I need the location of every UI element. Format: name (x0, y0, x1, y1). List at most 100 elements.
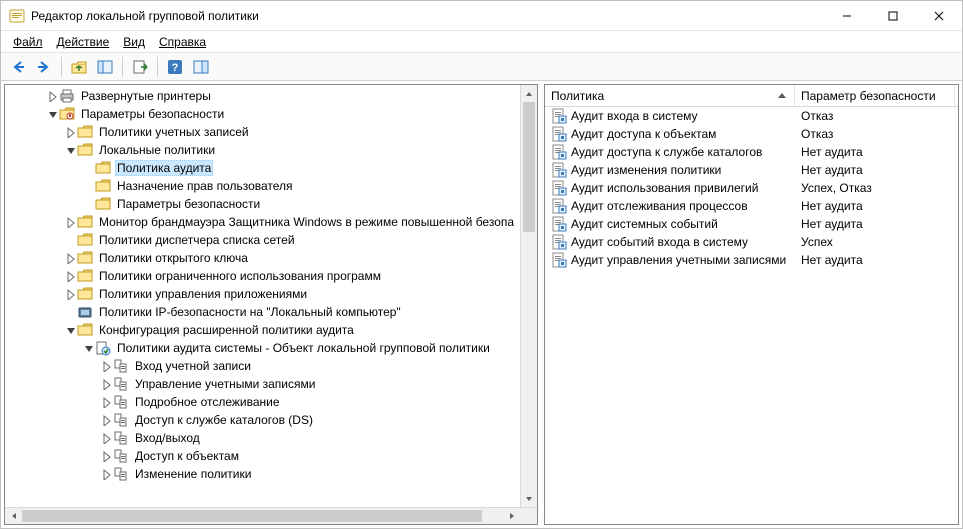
policy-name: Аудит доступа к объектам (571, 127, 716, 141)
row-audit-ds-access[interactable]: Аудит доступа к службе каталогов Нет ауди… (545, 143, 958, 161)
sub-icon (113, 430, 129, 446)
expand-icon[interactable] (99, 377, 113, 391)
maximize-button[interactable] (870, 1, 916, 30)
tree-item-ds-access[interactable]: Доступ к службе каталогов (DS) (7, 411, 537, 429)
tree-item-detailed[interactable]: Подробное отслеживание (7, 393, 537, 411)
scroll-down-icon[interactable] (521, 490, 537, 507)
tree-item-label: Политика аудита (115, 160, 213, 176)
tree-item-acct-mgmt[interactable]: Управление учетными записями (7, 375, 537, 393)
tree-item-local-policies[interactable]: Локальные политики (7, 141, 537, 159)
column-policy[interactable]: Политика (545, 85, 795, 106)
tool-forward[interactable] (33, 56, 55, 78)
expand-icon[interactable] (99, 359, 113, 373)
tree-item-label: Локальные политики (97, 143, 217, 157)
menu-view[interactable]: Вид (117, 33, 151, 51)
expand-icon (63, 233, 77, 247)
tree-item-label: Политики аудита системы - Объект локальн… (115, 341, 492, 355)
policy-value: Успех, Отказ (795, 181, 955, 195)
tree-scrollbar-vertical[interactable] (520, 85, 537, 507)
expand-icon[interactable] (63, 323, 77, 337)
tool-help[interactable] (164, 56, 186, 78)
tree-item-user-rights[interactable]: Назначение прав пользователя (7, 177, 537, 195)
policy-name: Аудит событий входа в систему (571, 235, 748, 249)
tool-panes[interactable] (94, 56, 116, 78)
close-button[interactable] (916, 1, 962, 30)
tree-item-pol-change[interactable]: Изменение политики (7, 465, 537, 483)
scroll-thumb-h[interactable] (22, 510, 482, 522)
row-audit-privilege[interactable]: Аудит использования привилегийУспех, Отк… (545, 179, 958, 197)
expand-icon[interactable] (99, 431, 113, 445)
expand-icon[interactable] (81, 341, 95, 355)
folder-icon (77, 250, 93, 266)
tree-scrollbar-horizontal[interactable] (5, 507, 537, 524)
row-audit-pol-change[interactable]: Аудит изменения политикиНет аудита (545, 161, 958, 179)
policy-value: Отказ (795, 109, 955, 123)
expand-icon[interactable] (63, 143, 77, 157)
scroll-up-icon[interactable] (521, 85, 537, 102)
policy-value: Успех (795, 235, 955, 249)
minimize-button[interactable] (824, 1, 870, 30)
policy-cell: Аудит изменения политики (545, 162, 795, 178)
policy-cell: Аудит использования привилегий (545, 180, 795, 196)
row-audit-account-mgmt[interactable]: Аудит управления учетными записямиНет ау… (545, 251, 958, 269)
menu-file[interactable]: Файл (7, 33, 49, 51)
expand-icon[interactable] (63, 125, 77, 139)
row-audit-obj-access[interactable]: Аудит доступа к объектамОтказ (545, 125, 958, 143)
scroll-thumb[interactable] (523, 102, 535, 232)
expand-icon[interactable] (63, 287, 77, 301)
policy-value: Нет аудита (795, 145, 955, 159)
tree[interactable]: Развернутые принтерыПараметры безопаснос… (5, 85, 537, 524)
expand-icon[interactable] (63, 251, 77, 265)
column-security[interactable]: Параметр безопасности (795, 85, 955, 106)
row-audit-system[interactable]: Аудит системных событийНет аудита (545, 215, 958, 233)
expand-icon (63, 305, 77, 319)
printer-icon (59, 88, 75, 104)
tree-item-public-key[interactable]: Политики открытого ключа (7, 249, 537, 267)
tool-up[interactable] (68, 56, 90, 78)
tree-item-security-options[interactable]: Параметры безопасности (7, 195, 537, 213)
expand-icon[interactable] (45, 89, 59, 103)
menu-action[interactable]: Действие (51, 33, 116, 51)
sub-icon (113, 376, 129, 392)
expand-icon[interactable] (99, 395, 113, 409)
tree-item-acct-logon[interactable]: Вход учетной записи (7, 357, 537, 375)
policy-name: Аудит доступа к службе каталогов (571, 145, 762, 159)
scroll-left-icon[interactable] (5, 508, 22, 524)
row-audit-process[interactable]: Аудит отслеживания процессовНет аудита (545, 197, 958, 215)
folder-icon (77, 124, 93, 140)
tree-item-security-settings[interactable]: Параметры безопасности (7, 105, 537, 123)
policy-icon (551, 126, 567, 142)
tool-action-pane[interactable] (190, 56, 212, 78)
tree-item-software-restriction[interactable]: Политики ограниченного использования про… (7, 267, 537, 285)
sub-icon (113, 358, 129, 374)
tree-item-adv-audit[interactable]: Конфигурация расширенной политики аудита (7, 321, 537, 339)
row-audit-logon-events[interactable]: Аудит событий входа в систему Успех (545, 233, 958, 251)
tool-export[interactable] (129, 56, 151, 78)
toolbar (1, 53, 962, 81)
tree-item-network-list[interactable]: Политики диспетчера списка сетей (7, 231, 537, 249)
tree-item-sys-audit[interactable]: Политики аудита системы - Объект локальн… (7, 339, 537, 357)
scroll-right-icon[interactable] (503, 508, 520, 524)
sub-icon (113, 466, 129, 482)
expand-icon[interactable] (45, 107, 59, 121)
row-audit-logon[interactable]: Аудит входа в системуОтказ (545, 107, 958, 125)
list-body[interactable]: Аудит входа в системуОтказАудит доступа … (545, 107, 958, 524)
expand-icon[interactable] (99, 467, 113, 481)
tree-item-obj-access[interactable]: Доступ к объектам (7, 447, 537, 465)
tree-item-account-policies[interactable]: Политики учетных записей (7, 123, 537, 141)
tool-back[interactable] (7, 56, 29, 78)
tree-item-printers[interactable]: Развернутые принтеры (7, 87, 537, 105)
expand-icon[interactable] (63, 269, 77, 283)
tree-item-audit-policy[interactable]: Политика аудита (7, 159, 537, 177)
policy-cell: Аудит входа в систему (545, 108, 795, 124)
tree-item-ipsec[interactable]: Политики IP-безопасности на "Локальный к… (7, 303, 537, 321)
menu-help[interactable]: Справка (153, 33, 212, 51)
expand-icon[interactable] (63, 215, 77, 229)
list-header: Политика Параметр безопасности (545, 85, 958, 107)
tree-item-logon-logoff[interactable]: Вход/выход (7, 429, 537, 447)
tree-item-wdfw[interactable]: Монитор брандмауэра Защитника Windows в … (7, 213, 537, 231)
sub-icon (113, 412, 129, 428)
tree-item-app-control[interactable]: Политики управления приложениями (7, 285, 537, 303)
expand-icon[interactable] (99, 449, 113, 463)
expand-icon[interactable] (99, 413, 113, 427)
